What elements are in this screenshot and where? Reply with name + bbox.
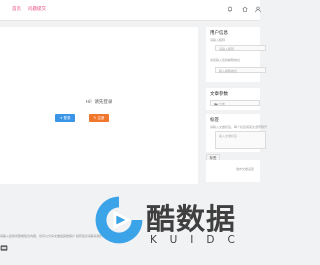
category-title: 文章参数 (210, 91, 228, 96)
watermark-subtitle: KUIDC (150, 234, 248, 246)
top-navbar: 首页 问题提交 (0, 0, 262, 21)
email-input[interactable]: 输入邮箱地址 (215, 67, 266, 73)
home-icon[interactable] (241, 5, 249, 13)
tags-textarea[interactable]: 输入文章标签 (215, 131, 266, 149)
tags-hint: 请输入文章标签，每个标签用英文逗号隔开 (210, 125, 268, 129)
register-button-label: 注册 (97, 116, 105, 120)
username-hint: 请输入昵称 (210, 38, 226, 42)
register-button[interactable]: ✎ 注册 (89, 114, 109, 122)
category-value: 分类 (218, 102, 225, 106)
stats-text: 发布文章设置 (236, 167, 255, 171)
email-hint: 请您输入您的邮箱地址 (210, 58, 241, 62)
kuidc-logo-icon (95, 196, 143, 244)
nav-home-link[interactable]: 首页 (12, 6, 21, 12)
user-info-title: 用户信息 (210, 30, 228, 35)
tags-title: 标签 (210, 117, 219, 122)
login-prompt: Hi！请先登录 (85, 99, 113, 104)
user-info-card: 用户信息 请输入昵称 请输入昵称 请您输入您的邮箱地址 输入邮箱地址 (206, 27, 266, 82)
login-button[interactable]: ➜ 登录 (55, 114, 75, 122)
bell-icon[interactable] (226, 5, 234, 13)
user-icon[interactable] (254, 5, 262, 13)
watermark-title: 酷数据 (146, 202, 237, 236)
tags-card: 标签 请输入文章标签，每个标签用英文逗号隔开 输入文章标签 (206, 114, 267, 152)
login-button-label: 登录 (63, 116, 71, 120)
category-select[interactable]: 分类 (210, 100, 260, 106)
nav-questions-link[interactable]: 问题提交 (28, 6, 46, 12)
username-input[interactable]: 请输入昵称 (215, 45, 266, 51)
category-card: 文章参数 分类 (206, 88, 260, 110)
main-content-card (0, 27, 198, 184)
stats-card (206, 160, 260, 182)
folder-icon (214, 103, 218, 106)
site-logo-icon (0, 245, 8, 251)
